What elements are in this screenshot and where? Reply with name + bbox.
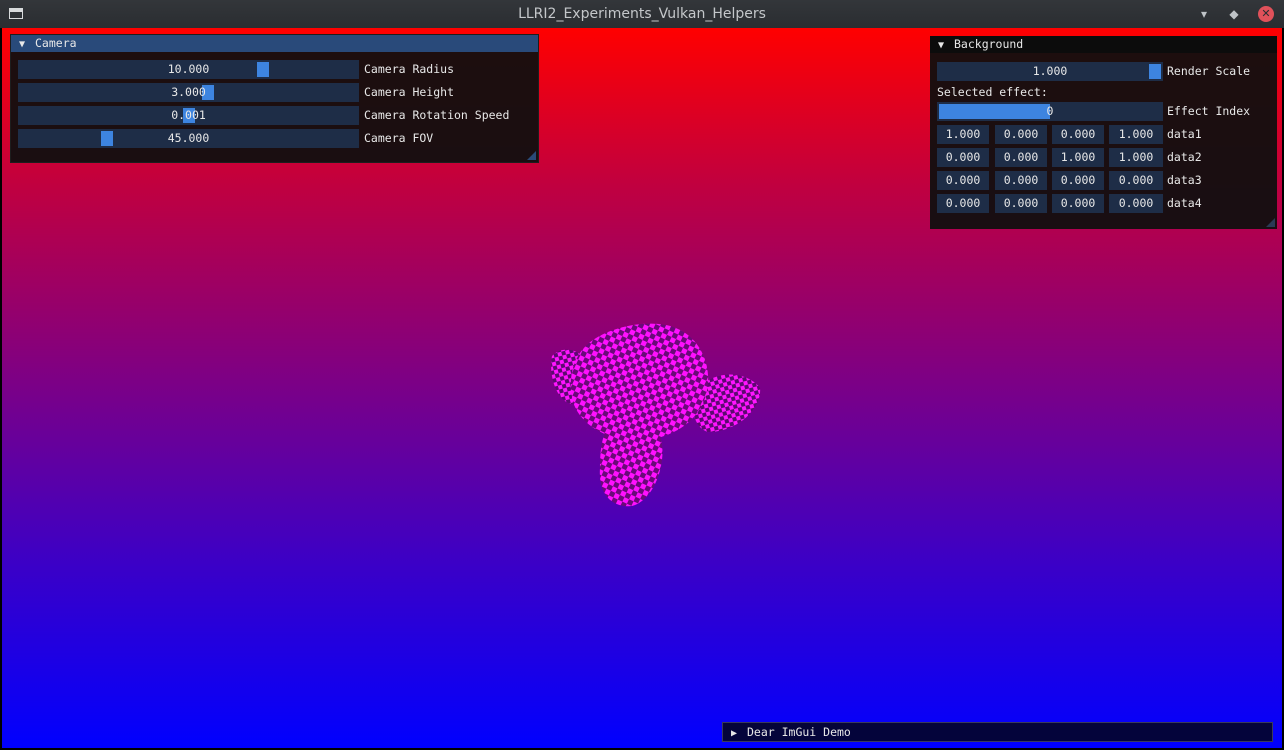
slider-value: 0.001 [171, 108, 206, 122]
field-value: 1.000 [1060, 150, 1096, 164]
window-title: LLRI2_Experiments_Vulkan_Helpers [518, 6, 766, 22]
field-value: 0.000 [1118, 173, 1154, 187]
maximize-button[interactable]: ◆ [1226, 6, 1242, 22]
field-value: 0.000 [945, 196, 981, 210]
field-value: 0.000 [1003, 127, 1039, 141]
close-button[interactable]: ✕ [1258, 6, 1274, 22]
data4-z-field[interactable]: 0.000 [1052, 194, 1104, 213]
render-viewport[interactable]: ▼ Camera 10.000 Camera Radius 3.000 Camer… [2, 28, 1282, 748]
collapse-arrow-icon[interactable]: ▼ [938, 37, 954, 54]
resize-grip-icon[interactable] [527, 151, 536, 160]
slider-value: 0 [1046, 104, 1054, 118]
minimize-button[interactable]: ▾ [1196, 6, 1212, 22]
slider-label: Camera Radius [364, 62, 455, 76]
field-value: 0.000 [1060, 127, 1096, 141]
data2-label: data2 [1167, 150, 1202, 164]
slider-value: 45.000 [167, 131, 210, 145]
effect-index-label: Effect Index [1167, 104, 1251, 118]
background-window-title: Background [954, 37, 1024, 51]
data4-label: data4 [1167, 196, 1202, 210]
camera-height-slider[interactable]: 3.000 [18, 83, 359, 102]
data3-z-field[interactable]: 0.000 [1052, 171, 1104, 190]
field-value: 0.000 [945, 150, 981, 164]
expand-arrow-icon[interactable]: ▶ [731, 725, 747, 743]
field-value: 0.000 [945, 173, 981, 187]
data1-y-field[interactable]: 0.000 [995, 125, 1047, 144]
selected-effect-label: Selected effect: [937, 85, 1048, 99]
data3-x-field[interactable]: 0.000 [937, 171, 989, 190]
field-value: 1.000 [945, 127, 981, 141]
data1-z-field[interactable]: 0.000 [1052, 125, 1104, 144]
imgui-demo-titlebar[interactable]: ▶ Dear ImGui Demo [723, 723, 1272, 741]
data4-w-field[interactable]: 0.000 [1109, 194, 1163, 213]
imgui-demo-title: Dear ImGui Demo [747, 725, 851, 739]
data2-y-field[interactable]: 0.000 [995, 148, 1047, 167]
data4-y-field[interactable]: 0.000 [995, 194, 1047, 213]
camera-window[interactable]: ▼ Camera 10.000 Camera Radius 3.000 Camer… [10, 34, 539, 163]
data2-x-field[interactable]: 0.000 [937, 148, 989, 167]
field-value: 0.000 [1003, 196, 1039, 210]
camera-radius-slider[interactable]: 10.000 [18, 60, 359, 79]
data1-label: data1 [1167, 127, 1202, 141]
slider-label: Camera FOV [364, 131, 434, 145]
slider-label: Camera Rotation Speed [364, 108, 510, 122]
camera-fov-slider[interactable]: 45.000 [18, 129, 359, 148]
camera-window-title: Camera [35, 36, 77, 50]
data2-z-field[interactable]: 1.000 [1052, 148, 1104, 167]
slider-value: 10.000 [167, 62, 210, 76]
imgui-demo-window[interactable]: ▶ Dear ImGui Demo [722, 722, 1273, 742]
data3-w-field[interactable]: 0.000 [1109, 171, 1163, 190]
field-value: 0.000 [1060, 173, 1096, 187]
field-value: 1.000 [1118, 127, 1154, 141]
field-value: 0.000 [1003, 150, 1039, 164]
data3-label: data3 [1167, 173, 1202, 187]
window-titlebar[interactable]: LLRI2_Experiments_Vulkan_Helpers ▾ ◆ ✕ [0, 0, 1284, 28]
camera-window-titlebar[interactable]: ▼ Camera [11, 35, 538, 52]
data1-x-field[interactable]: 1.000 [937, 125, 989, 144]
collapse-arrow-icon[interactable]: ▼ [19, 36, 35, 53]
camera-rotation-speed-slider[interactable]: 0.001 [18, 106, 359, 125]
field-value: 0.000 [1003, 173, 1039, 187]
render-scale-slider[interactable]: 1.000 [937, 62, 1163, 81]
data3-y-field[interactable]: 0.000 [995, 171, 1047, 190]
field-value: 0.000 [1060, 196, 1096, 210]
resize-grip-icon[interactable] [1266, 218, 1275, 227]
data4-x-field[interactable]: 0.000 [937, 194, 989, 213]
field-value: 1.000 [1118, 150, 1154, 164]
slider-value: 3.000 [171, 85, 206, 99]
field-value: 0.000 [1118, 196, 1154, 210]
background-window-titlebar[interactable]: ▼ Background [930, 36, 1277, 53]
data1-w-field[interactable]: 1.000 [1109, 125, 1163, 144]
slider-label: Camera Height [364, 85, 455, 99]
effect-index-slider[interactable]: 0 [937, 102, 1163, 121]
render-scale-label: Render Scale [1167, 64, 1251, 78]
slider-value: 1.000 [1032, 64, 1068, 78]
background-window[interactable]: ▼ Background 1.000 Render Scale Selected … [930, 36, 1277, 229]
monkey-head-mesh [551, 323, 761, 507]
data2-w-field[interactable]: 1.000 [1109, 148, 1163, 167]
